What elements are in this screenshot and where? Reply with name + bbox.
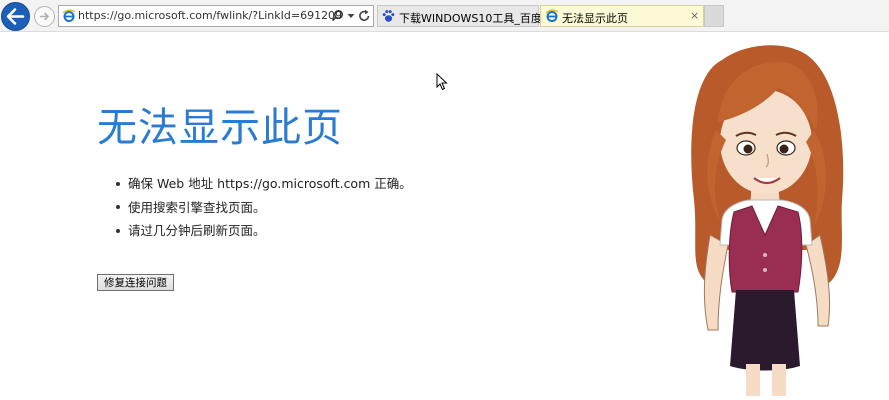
tab-baidu-download[interactable]: 下载WINDOWS10工具_百度... xyxy=(377,5,552,27)
suggestion-list: 确保 Web 地址 https://go.microsoft.com 正确。 使… xyxy=(116,173,412,244)
tab-label: 无法显示此页 xyxy=(562,12,628,25)
page-title: 无法显示此页 xyxy=(97,105,343,151)
ie-logo-icon xyxy=(62,9,76,22)
suggestion-item: 使用搜索引擎查找页面。 xyxy=(116,197,412,221)
suggestion-text: 确保 Web 地址 https://go.microsoft.com 正确。 xyxy=(128,176,412,191)
suggestion-item: 确保 Web 地址 https://go.microsoft.com 正确。 xyxy=(116,173,412,197)
suggestion-item: 请过几分钟后刷新页面。 xyxy=(116,220,412,244)
ie-logo-icon xyxy=(545,9,559,22)
bullet-icon xyxy=(116,228,120,233)
new-tab-button[interactable] xyxy=(704,5,724,27)
refresh-icon[interactable] xyxy=(358,9,371,23)
cartoon-woman-illustration xyxy=(691,45,844,396)
bullet-icon xyxy=(116,181,120,186)
tab-cannot-display[interactable]: 无法显示此页 × xyxy=(540,5,704,27)
address-bar[interactable]: https://go.microsoft.com/fwlink/?LinkId=… xyxy=(58,5,374,27)
suggestion-text: 请过几分钟后刷新页面。 xyxy=(128,223,266,238)
forward-arrow-icon xyxy=(40,12,50,21)
back-button[interactable] xyxy=(1,2,30,31)
back-arrow-icon xyxy=(6,8,25,25)
close-tab-icon[interactable]: × xyxy=(690,9,699,22)
search-icon[interactable] xyxy=(331,9,344,23)
url-text[interactable]: https://go.microsoft.com/fwlink/?LinkId=… xyxy=(78,9,342,22)
browser-toolbar: https://go.microsoft.com/fwlink/?LinkId=… xyxy=(0,0,889,33)
bullet-icon xyxy=(116,205,120,209)
suggestion-text: 使用搜索引擎查找页面。 xyxy=(128,199,266,215)
chevron-down-icon[interactable] xyxy=(347,12,355,20)
mouse-cursor-icon xyxy=(436,73,448,91)
forward-button[interactable] xyxy=(34,6,55,27)
fix-connection-button[interactable]: 修复连接问题 xyxy=(97,274,174,291)
tab-label: 下载WINDOWS10工具_百度... xyxy=(399,12,553,25)
baidu-paw-icon xyxy=(382,10,395,22)
